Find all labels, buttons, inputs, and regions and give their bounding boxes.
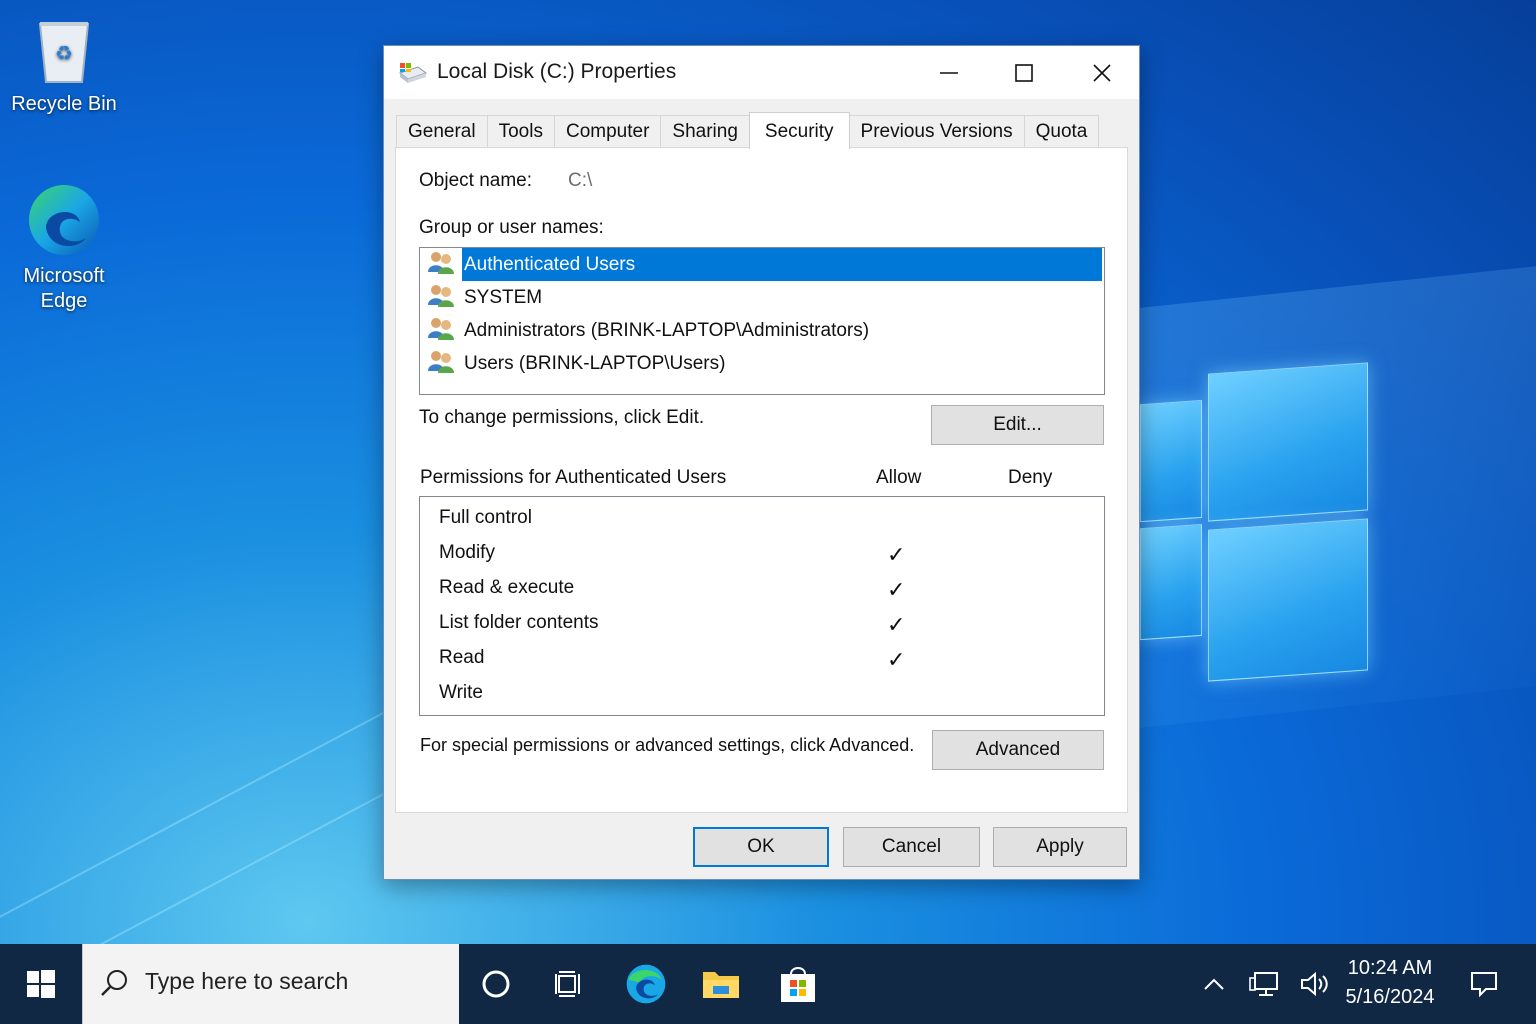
ok-button[interactable]: OK [693,827,829,867]
permissions-for-label: Permissions for Authenticated Users [420,467,727,488]
cortana-button[interactable] [472,960,520,1008]
file-explorer-button[interactable] [697,960,745,1008]
user-group-icon [428,283,454,313]
user-group-icon [428,349,454,379]
notification-icon [1471,972,1497,997]
start-button[interactable] [0,944,82,1024]
permission-row: Write [420,676,1104,711]
advanced-hint: For special permissions or advanced sett… [420,735,915,755]
tab-tools[interactable]: Tools [486,115,555,148]
object-name-value: C:\ [568,170,593,191]
clock[interactable]: 10:24 AM 5/16/2024 [1330,954,1450,1012]
permission-row: Read ✓ [420,641,1104,676]
action-center-button[interactable] [1462,944,1506,1024]
allow-check: ✓ [887,612,906,637]
tab-general[interactable]: General [396,115,488,148]
folder-icon [703,972,739,998]
svg-text:♻: ♻ [55,43,73,65]
security-tab-panel: Object name: C:\ Group or user names: Au… [395,147,1128,813]
permission-row: List folder contents ✓ [420,606,1104,641]
user-group-icon [428,316,454,346]
user-name: SYSTEM [464,286,543,308]
permissions-list: Full control Modify ✓ Read & execute ✓ L… [419,496,1105,716]
microsoft-edge-shortcut[interactable]: Microsoft Edge [9,182,119,314]
network-icon [1249,972,1278,996]
tab-previous-versions[interactable]: Previous Versions [848,115,1025,148]
chevron-up-icon [1204,978,1224,990]
show-hidden-icons-button[interactable] [1196,944,1232,1024]
properties-dialog: Local Disk (C:) Properties General Tools… [383,45,1140,880]
permission-name: List folder contents [439,612,599,633]
tab-security[interactable]: Security [748,112,850,149]
tab-computer[interactable]: Computer [553,115,662,148]
recycle-bin-shortcut[interactable]: ♻ Recycle Bin [9,16,119,117]
task-view-button[interactable] [545,960,593,1008]
clock-time: 10:24 AM [1347,957,1433,979]
permission-name: Modify [439,542,495,563]
windows-wallpaper-logo [1140,362,1368,682]
list-item[interactable]: Users (BRINK-LAPTOP\Users) [420,347,1104,380]
maximize-button[interactable] [985,46,1063,99]
tab-quota[interactable]: Quota [1023,115,1100,148]
edit-button[interactable]: Edit... [931,405,1104,445]
allow-check: ✓ [887,647,906,672]
user-group-icon [428,250,454,280]
permission-row: Read & execute ✓ [420,571,1104,606]
user-name: Authenticated Users [462,248,1102,281]
user-name: Users (BRINK-LAPTOP\Users) [464,352,726,374]
minimize-button[interactable] [910,46,988,99]
tab-strip: General Tools Computer Sharing Security … [396,112,1100,149]
windows-logo-icon [27,970,55,998]
user-list: Authenticated Users SYSTEM Administrator… [419,247,1105,395]
permission-name: Read [439,647,485,668]
advanced-button[interactable]: Advanced [932,730,1104,770]
maximize-icon [1015,63,1033,82]
store-icon [781,967,815,1002]
volume-button[interactable] [1294,944,1334,1024]
list-item[interactable]: Authenticated Users [420,248,1104,281]
edge-label-line2: Edge [40,290,88,312]
search-box[interactable]: Type here to search [82,944,459,1024]
cancel-button[interactable]: Cancel [843,827,980,867]
recycle-bin-icon: ♻ [34,16,94,86]
allow-check: ✓ [887,542,906,567]
edge-label-line1: Microsoft [23,265,105,287]
taskbar: Type here to search 10:24 AM 5/16/2024 [0,944,1536,1024]
object-name-label: Object name: [419,170,532,191]
dialog-title: Local Disk (C:) Properties [437,60,677,83]
search-placeholder: Type here to search [145,968,349,994]
minimize-icon [940,71,958,74]
deny-header: Deny [1008,467,1053,488]
change-permissions-hint: To change permissions, click Edit. [419,407,705,428]
apply-button[interactable]: Apply [993,827,1127,867]
edge-taskbar-button[interactable] [622,960,670,1008]
network-button[interactable] [1244,944,1284,1024]
search-icon [101,970,127,996]
cortana-icon [482,970,510,998]
edge-icon [626,964,666,1004]
permission-row: Modify ✓ [420,536,1104,571]
close-button[interactable] [1063,46,1141,99]
edge-icon [26,182,102,258]
tab-sharing[interactable]: Sharing [660,115,750,148]
list-item[interactable]: SYSTEM [420,281,1104,314]
microsoft-store-button[interactable] [774,960,822,1008]
recycle-bin-label: Recycle Bin [11,93,117,115]
permission-name: Write [439,682,483,703]
permission-name: Full control [439,507,532,528]
group-names-label: Group or user names: [419,217,604,238]
close-icon [1093,63,1111,82]
list-item[interactable]: Administrators (BRINK-LAPTOP\Administrat… [420,314,1104,347]
allow-check: ✓ [887,577,906,602]
clock-date: 5/16/2024 [1345,986,1435,1008]
permission-row: Full control [420,501,1104,536]
task-view-icon [555,971,580,997]
title-bar[interactable]: Local Disk (C:) Properties [384,46,1139,99]
wallpaper-streak [0,679,446,944]
drive-icon [398,61,428,85]
permission-name: Read & execute [439,577,575,598]
allow-header: Allow [876,467,922,488]
user-name: Administrators (BRINK-LAPTOP\Administrat… [464,319,870,341]
speaker-icon [1301,971,1328,997]
